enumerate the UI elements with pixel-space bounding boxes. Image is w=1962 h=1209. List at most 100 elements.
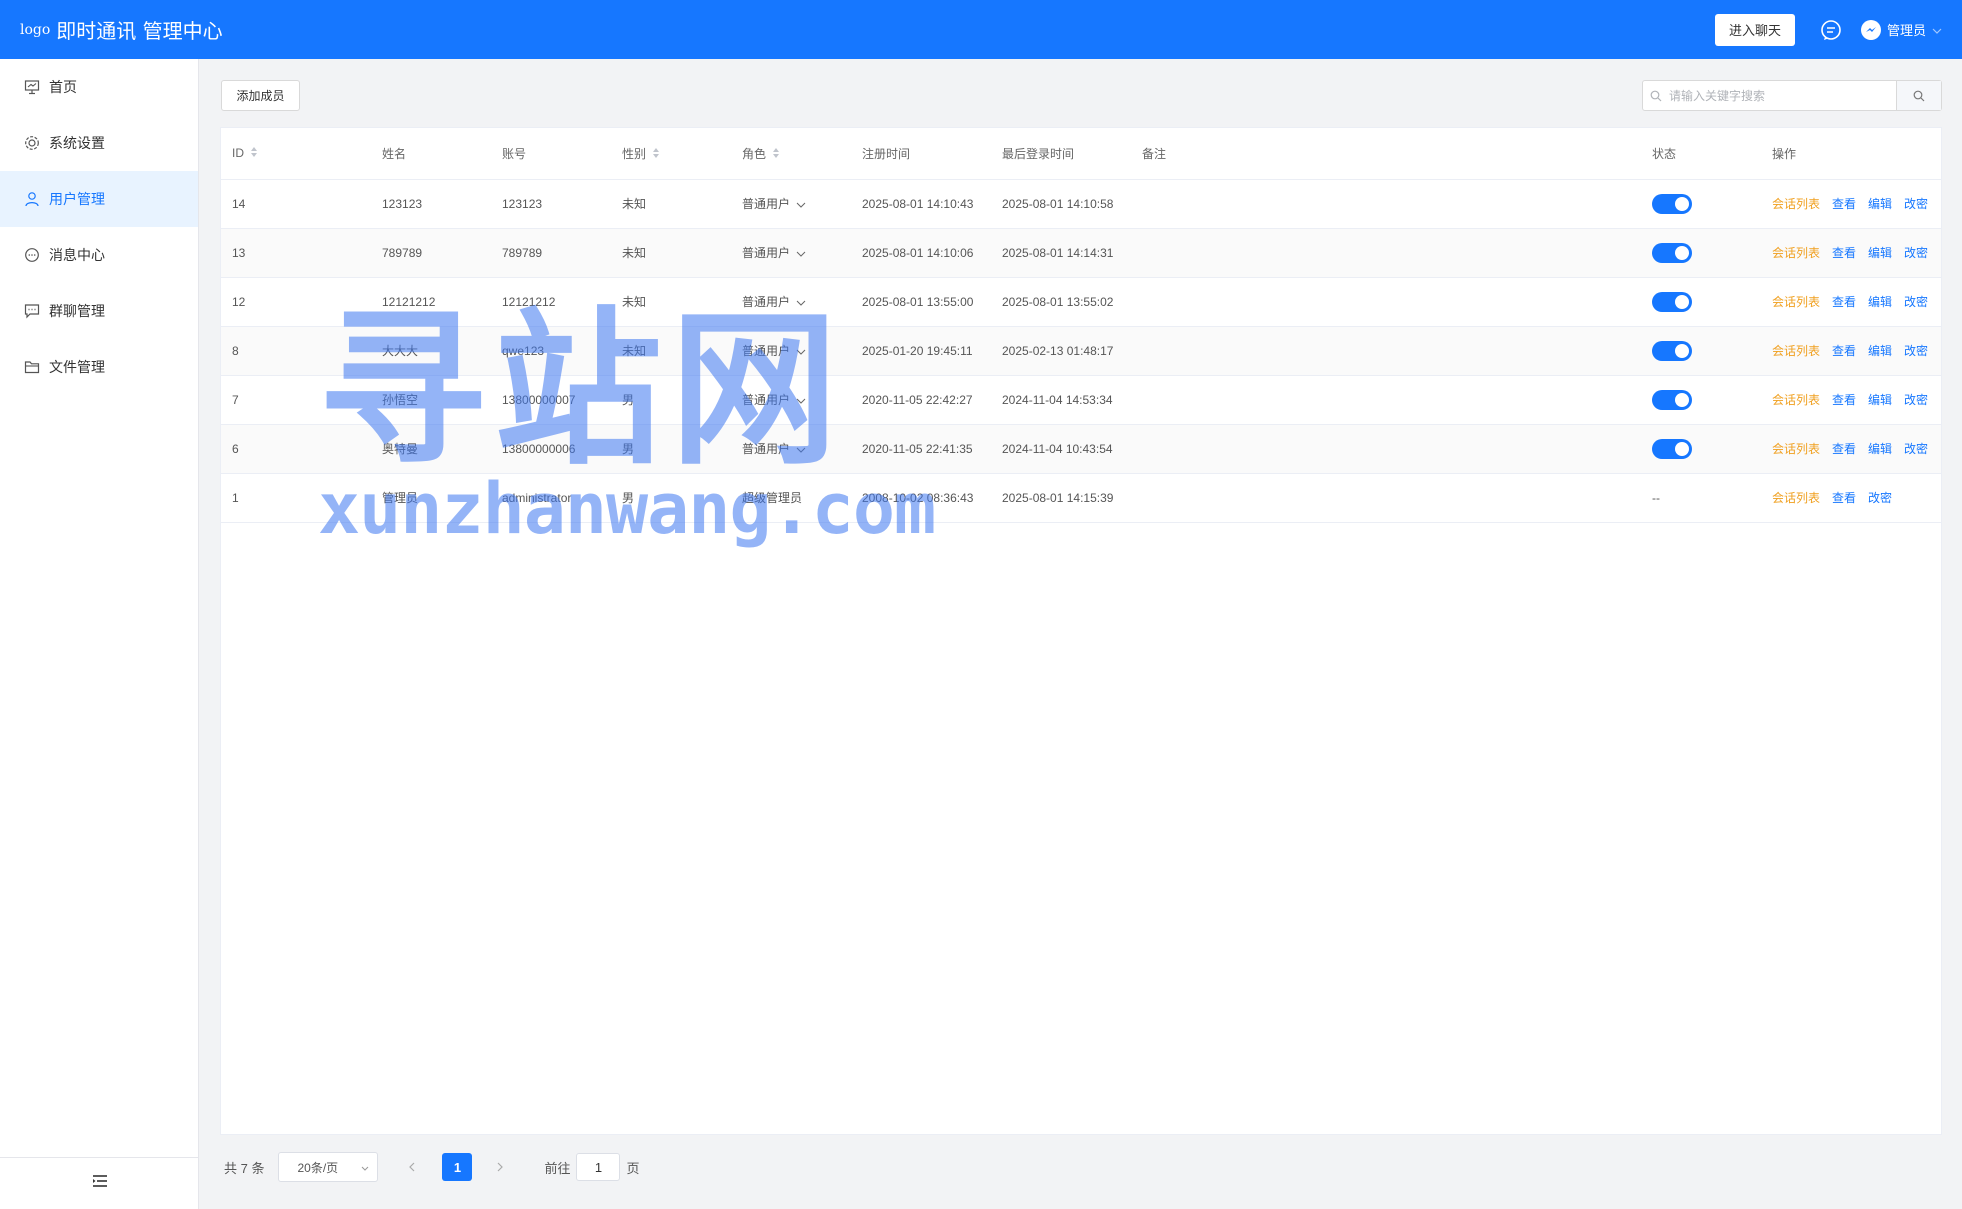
view-link[interactable]: 查看: [1832, 295, 1856, 309]
sidebar-item-settings[interactable]: 系统设置: [0, 115, 198, 171]
page-number-active[interactable]: 1: [442, 1153, 473, 1181]
chat-bubble-icon: [24, 247, 40, 263]
change-password-link[interactable]: 改密: [1904, 197, 1928, 211]
role-dropdown[interactable]: 普通用户: [742, 342, 806, 359]
role-dropdown[interactable]: 普通用户: [742, 195, 806, 212]
status-toggle[interactable]: [1652, 193, 1692, 214]
change-password-link[interactable]: 改密: [1904, 295, 1928, 309]
search-input[interactable]: [1669, 81, 1896, 110]
table-body: 14 123123 123123 未知 普通用户 2025-08-01 14:10:43 2…: [221, 179, 1941, 523]
chevron-down-icon: [796, 393, 806, 407]
cell-gender: 未知: [611, 228, 731, 278]
session-list-link[interactable]: 会话列表: [1772, 344, 1820, 358]
cell-last-login: 2025-08-01 13:55:02: [991, 277, 1131, 327]
edit-link[interactable]: 编辑: [1868, 442, 1892, 456]
prev-page-button[interactable]: [398, 1162, 426, 1172]
sort-icon[interactable]: [772, 147, 780, 162]
total-count: 共 7 条: [224, 1160, 265, 1176]
change-password-link[interactable]: 改密: [1904, 246, 1928, 260]
top-header: logo 即时通讯 管理中心 进入聊天 管理员: [0, 0, 1962, 59]
chat-icon[interactable]: [1819, 18, 1843, 42]
user-menu[interactable]: 管理员: [1860, 19, 1942, 40]
status-toggle[interactable]: [1652, 389, 1692, 410]
sidebar-item-users[interactable]: 用户管理: [0, 171, 198, 227]
change-password-link[interactable]: 改密: [1868, 491, 1892, 505]
view-link[interactable]: 查看: [1832, 197, 1856, 211]
status-toggle[interactable]: [1652, 242, 1692, 263]
cell-status: [1641, 179, 1761, 229]
status-toggle[interactable]: [1652, 438, 1692, 459]
change-password-link[interactable]: 改密: [1904, 344, 1928, 358]
role-dropdown[interactable]: 普通用户: [742, 391, 806, 408]
edit-link[interactable]: 编辑: [1868, 197, 1892, 211]
sidebar-item-groups[interactable]: 群聊管理: [0, 283, 198, 339]
cell-status: [1641, 375, 1761, 425]
role-dropdown[interactable]: 普通用户: [742, 293, 806, 310]
cell-actions: 会话列表 查看 编辑 改密: [1761, 228, 1941, 278]
session-list-link[interactable]: 会话列表: [1772, 246, 1820, 260]
cell-note: [1131, 277, 1641, 327]
cell-registered: 2025-08-01 14:10:43: [851, 179, 991, 229]
table-row: 7 孙悟空 13800000007 男普通用户 2020-11-05 22:42:27 2…: [221, 375, 1941, 425]
sidebar-item-label: 系统设置: [49, 135, 105, 151]
session-list-link[interactable]: 会话列表: [1772, 295, 1820, 309]
sort-icon[interactable]: [652, 147, 660, 162]
view-link[interactable]: 查看: [1832, 393, 1856, 407]
view-link[interactable]: 查看: [1832, 246, 1856, 260]
view-link[interactable]: 查看: [1832, 442, 1856, 456]
status-toggle[interactable]: [1652, 291, 1692, 312]
sidebar-item-home[interactable]: 首页: [0, 59, 198, 115]
edit-link[interactable]: 编辑: [1868, 393, 1892, 407]
session-list-link[interactable]: 会话列表: [1772, 442, 1820, 456]
menu-fold-icon: [92, 1174, 108, 1193]
view-link[interactable]: 查看: [1832, 344, 1856, 358]
cell-role: 超级管理员: [731, 473, 851, 523]
cell-gender: 未知: [611, 326, 731, 376]
add-member-button[interactable]: 添加成员: [221, 80, 300, 111]
cell-actions: 会话列表 查看 编辑 改密: [1761, 326, 1941, 376]
cell-registered: 2020-11-05 22:41:35: [851, 424, 991, 474]
session-list-link[interactable]: 会话列表: [1772, 491, 1820, 505]
user-table-card: ID 姓名 账号 性别 角色 注册时间 最后登录时间 备注 状态 操作 14 12…: [220, 127, 1942, 1135]
page-size-select[interactable]: 20条/页: [278, 1152, 379, 1182]
sidebar-item-label: 文件管理: [49, 359, 105, 375]
session-list-link[interactable]: 会话列表: [1772, 393, 1820, 407]
change-password-link[interactable]: 改密: [1904, 393, 1928, 407]
sidebar-collapse-toggle[interactable]: [0, 1157, 199, 1209]
role-dropdown[interactable]: 普通用户: [742, 440, 806, 457]
change-password-link[interactable]: 改密: [1904, 442, 1928, 456]
status-toggle[interactable]: [1652, 340, 1692, 361]
goto-page-input[interactable]: [576, 1153, 621, 1181]
edit-link[interactable]: 编辑: [1868, 246, 1892, 260]
cell-id: 12: [221, 277, 371, 327]
sidebar-item-label: 群聊管理: [49, 303, 105, 319]
sidebar-item-label: 消息中心: [49, 247, 105, 263]
chevron-down-icon: [796, 246, 806, 260]
cell-note: [1131, 228, 1641, 278]
chevron-down-icon: [796, 442, 806, 456]
cell-name: 大大大: [371, 326, 491, 376]
header-actions: 进入聊天 管理员: [1714, 0, 1942, 59]
next-page-button[interactable]: [486, 1162, 514, 1172]
edit-link[interactable]: 编辑: [1868, 344, 1892, 358]
cell-id: 7: [221, 375, 371, 425]
chevron-down-icon: [361, 1160, 369, 1174]
sidebar-item-files[interactable]: 文件管理: [0, 339, 198, 395]
column-header-id[interactable]: ID: [221, 128, 371, 180]
cell-last-login: 2024-11-04 14:53:34: [991, 375, 1131, 425]
search-button-icon: [1913, 90, 1925, 101]
session-list-link[interactable]: 会话列表: [1772, 197, 1820, 211]
view-link[interactable]: 查看: [1832, 491, 1856, 505]
cell-gender: 未知: [611, 179, 731, 229]
search-button[interactable]: [1896, 81, 1941, 110]
sidebar-item-messages[interactable]: 消息中心: [0, 227, 198, 283]
column-header-role[interactable]: 角色: [731, 128, 851, 180]
column-header-note: 备注: [1131, 128, 1641, 180]
column-header-actions: 操作: [1761, 128, 1941, 180]
role-dropdown[interactable]: 普通用户: [742, 244, 806, 261]
enter-chat-button[interactable]: 进入聊天: [1714, 13, 1795, 46]
column-header-gender[interactable]: 性别: [611, 128, 731, 180]
edit-link[interactable]: 编辑: [1868, 295, 1892, 309]
sort-icon[interactable]: [250, 146, 258, 161]
chevron-down-icon: [1932, 22, 1942, 37]
